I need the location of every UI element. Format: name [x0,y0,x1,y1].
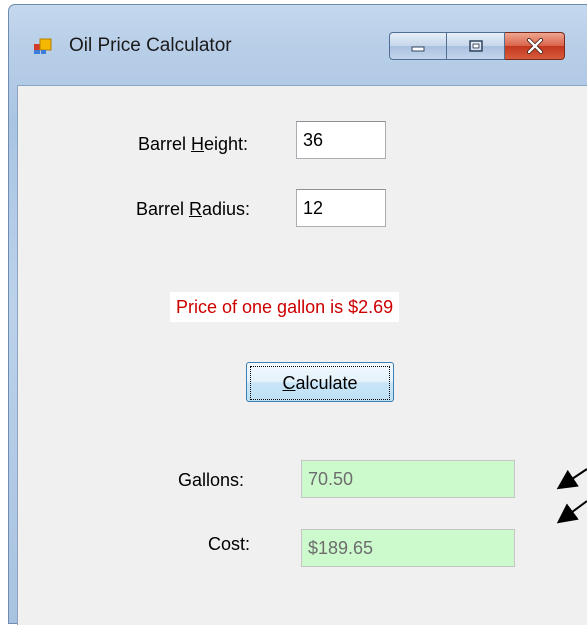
cost-arrow [556,500,587,524]
calculate-button[interactable]: Calculate [246,362,394,402]
cost-label: Cost: [208,534,251,554]
maximize-icon [468,40,483,52]
barrel-radius-input[interactable] [296,189,386,227]
window-title: Oil Price Calculator [69,35,232,56]
cost-output[interactable] [301,529,515,567]
calculate-button-label: Calculate [250,366,390,400]
close-button[interactable] [505,32,565,60]
gallons-output[interactable] [301,460,515,498]
annotation-arrows [556,468,587,524]
caption-buttons [389,32,565,62]
barrel-height-label: Barrel Height: [138,134,249,154]
minimize-button[interactable] [389,32,447,60]
gallons-arrow [556,468,587,490]
minimize-icon [411,46,425,52]
app-window: Oil Price Calculator Barrel Height: 36 B… [8,4,587,625]
app-icon [34,38,52,54]
price-message: Price of one gallon is $2.69 [170,292,400,322]
gallons-label: Gallons: [178,470,245,490]
form-client-area: Barrel Height: Barrel Radius: Price of o… [17,85,587,625]
title-bar[interactable]: Oil Price Calculator [9,5,587,85]
barrel-radius-label: Barrel Radius: [136,199,251,219]
close-icon [526,38,543,54]
maximize-button[interactable] [447,32,505,60]
barrel-height-input[interactable] [296,121,386,159]
